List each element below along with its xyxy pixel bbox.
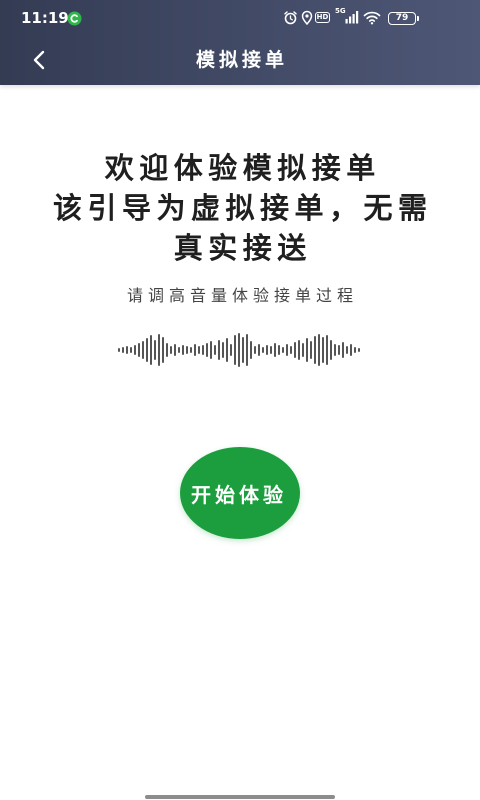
waveform-bar: [282, 347, 284, 353]
waveform-bar: [222, 342, 224, 358]
waveform-bar: [278, 345, 280, 355]
waveform-bar: [238, 333, 240, 367]
page-title: 模拟接单: [195, 49, 288, 71]
waveform-bar: [274, 343, 276, 357]
waveform-bar: [246, 334, 248, 366]
battery-nub: [417, 16, 419, 21]
waveform-bar: [302, 343, 304, 357]
waveform-bar: [134, 345, 136, 355]
waveform-bar: [230, 344, 232, 356]
waveform-bar: [298, 340, 300, 360]
start-experience-button[interactable]: 开始体验: [180, 447, 300, 539]
waveform-bar: [234, 335, 236, 365]
alarm-icon: [284, 11, 297, 25]
waveform-bar: [354, 347, 356, 353]
intro-line-1: 欢迎体验模拟接单: [104, 151, 381, 185]
waveform-bar: [178, 347, 180, 353]
waveform-bar: [254, 346, 256, 354]
waveform-bar: [218, 340, 220, 360]
waveform-bar: [314, 336, 316, 364]
waveform-bar: [350, 344, 352, 356]
waveform-bar: [206, 343, 208, 357]
waveform-bar: [138, 343, 140, 357]
signal-5g-icon: [345, 11, 359, 24]
battery-icon: 79: [388, 12, 416, 25]
waveform-bar: [322, 337, 324, 363]
waveform-bar: [194, 344, 196, 356]
waveform-bar: [286, 344, 288, 356]
waveform-bar: [358, 348, 360, 352]
waveform-bar: [250, 341, 252, 359]
waveform-bar: [318, 334, 320, 366]
waveform-bar: [266, 345, 268, 355]
volume-hint: 请调高音量体验接单过程: [126, 286, 358, 305]
status-time: 11:19: [21, 9, 69, 27]
waveform-bar: [158, 334, 160, 366]
waveform-bar: [182, 345, 184, 355]
waveform-bar: [122, 347, 124, 353]
waveform-bar: [262, 347, 264, 353]
waveform-bar: [214, 345, 216, 355]
waveform-bar: [226, 338, 228, 362]
audio-waveform-icon: [118, 333, 360, 367]
top-bar: 11:19 HD 5G 79 模拟接单: [0, 0, 480, 85]
hd-icon: HD: [315, 12, 330, 23]
waveform-bar: [242, 337, 244, 363]
waveform-bar: [118, 348, 120, 352]
waveform-bar: [142, 341, 144, 359]
waveform-bar: [330, 340, 332, 360]
waveform-bar: [150, 335, 152, 365]
location-icon: [301, 10, 313, 25]
app-notification-icon: [67, 11, 82, 26]
waveform-bar: [210, 341, 212, 359]
intro-line-3: 真实接送: [173, 231, 312, 265]
waveform-bar: [346, 346, 348, 354]
waveform-bar: [270, 346, 272, 354]
waveform-bar: [290, 346, 292, 354]
wifi-icon: [363, 11, 381, 25]
waveform-bar: [306, 338, 308, 362]
waveform-bar: [126, 346, 128, 354]
intro-line-2: 该引导为虚拟接单，无需: [52, 191, 433, 225]
waveform-bar: [294, 342, 296, 358]
waveform-bar: [190, 347, 192, 353]
waveform-bar: [338, 345, 340, 355]
waveform-bar: [130, 347, 132, 353]
waveform-bar: [162, 337, 164, 363]
waveform-bar: [326, 335, 328, 365]
waveform-bar: [334, 344, 336, 356]
waveform-bar: [258, 344, 260, 356]
intro-heading: 欢迎体验模拟接单 该引导为虚拟接单，无需 真实接送: [0, 148, 480, 268]
waveform-bar: [154, 340, 156, 360]
waveform-bar: [342, 342, 344, 358]
home-indicator[interactable]: [145, 795, 335, 799]
waveform-bar: [166, 343, 168, 357]
waveform-bar: [146, 338, 148, 362]
waveform-bar: [170, 346, 172, 354]
waveform-bar: [198, 346, 200, 354]
waveform-bar: [186, 346, 188, 354]
waveform-bar: [174, 344, 176, 356]
waveform-bar: [310, 341, 312, 359]
waveform-bar: [202, 345, 204, 355]
